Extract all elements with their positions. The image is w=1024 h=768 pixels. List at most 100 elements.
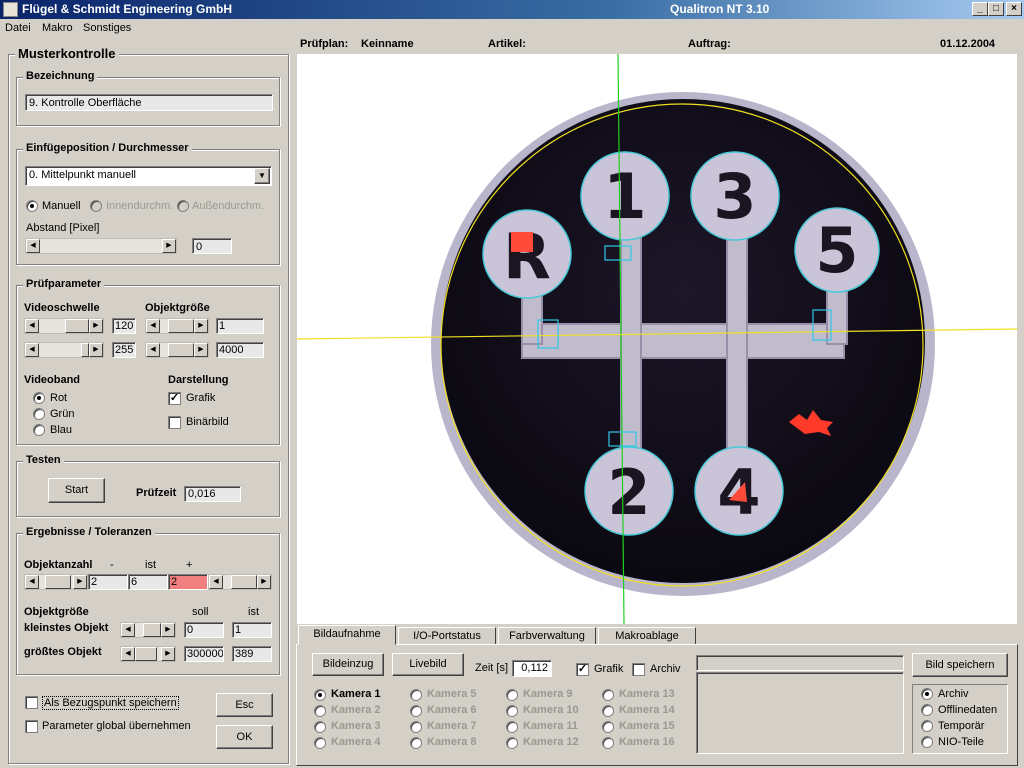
start-button[interactable]: Start — [48, 478, 105, 503]
objektgroesse-max-slider[interactable]: ◀ ▶ — [145, 342, 209, 358]
arrow-left-icon[interactable]: ◀ — [25, 575, 39, 589]
videoschwelle-max-value[interactable]: 255 — [112, 342, 136, 358]
radio-kamera-16[interactable] — [602, 737, 614, 749]
radio-innendurchm — [90, 200, 102, 212]
radio-kamera-8[interactable] — [410, 737, 422, 749]
anzahl-minus-slider[interactable]: ◀ ▶ — [24, 574, 88, 590]
arrow-left-icon[interactable]: ◀ — [146, 343, 160, 357]
app-icon — [3, 2, 18, 17]
kleinstes-soll[interactable]: 0 — [184, 622, 224, 638]
close-button[interactable]: × — [1006, 2, 1022, 16]
checkbox-grafik[interactable]: ✓ — [168, 392, 181, 405]
bildeinzug-button[interactable]: Bildeinzug — [312, 653, 384, 676]
tab-farbverwaltung[interactable]: Farbverwaltung — [498, 627, 596, 645]
arrow-left-icon[interactable]: ◀ — [25, 319, 39, 333]
radio-kamera-5[interactable] — [410, 689, 422, 701]
slider-thumb[interactable] — [45, 575, 71, 589]
radio-temporaer[interactable] — [921, 720, 933, 732]
ok-button[interactable]: OK — [216, 725, 273, 749]
slider-thumb[interactable] — [81, 343, 89, 357]
objektgroesse-min-slider[interactable]: ◀ ▶ — [145, 318, 209, 334]
radio-archiv[interactable] — [921, 688, 933, 700]
maximize-button[interactable]: □ — [988, 2, 1004, 16]
arrow-left-icon[interactable]: ◀ — [209, 575, 223, 589]
bezeichnung-field[interactable]: 9. Kontrolle Oberfläche — [25, 94, 273, 111]
checkbox-bottom-grafik[interactable]: ✓ — [576, 663, 589, 676]
minimize-button[interactable]: _ — [972, 2, 988, 16]
anzahl-plus-value[interactable]: 2 — [168, 574, 208, 590]
slider-thumb[interactable] — [231, 575, 257, 589]
radio-kamera-13[interactable] — [602, 689, 614, 701]
anzahl-minus-value[interactable]: 2 — [88, 574, 128, 590]
arrow-right-icon[interactable]: ▶ — [194, 343, 208, 357]
arrow-left-icon[interactable]: ◀ — [146, 319, 160, 333]
menu-sonstiges[interactable]: Sonstiges — [83, 22, 131, 34]
radio-kamera-11[interactable] — [506, 721, 518, 733]
radio-blau[interactable] — [33, 424, 45, 436]
videoschwelle-max-slider[interactable]: ◀ ▶ — [24, 342, 104, 358]
checkbox-bezugspunkt[interactable] — [25, 696, 38, 709]
radio-nio-teile[interactable] — [921, 736, 933, 748]
arrow-left-icon[interactable]: ◀ — [121, 647, 135, 661]
abstand-slider[interactable]: ◀ ▶ — [25, 238, 177, 254]
radio-kamera-12[interactable] — [506, 737, 518, 749]
objektgroesse-min-value[interactable]: 1 — [216, 318, 264, 334]
arrow-right-icon[interactable]: ▶ — [73, 575, 87, 589]
arrow-right-icon[interactable]: ▶ — [162, 239, 176, 253]
radio-manuell[interactable] — [26, 200, 38, 212]
checkbox-bottom-archiv[interactable] — [632, 663, 645, 676]
slider-thumb[interactable] — [168, 343, 194, 357]
radio-rot[interactable] — [33, 392, 45, 404]
radio-kamera-14[interactable] — [602, 705, 614, 717]
groesstes-slider[interactable]: ◀ ▶ — [120, 646, 176, 662]
videoschwelle-min-slider[interactable]: ◀ ▶ — [24, 318, 104, 334]
radio-kamera-3[interactable] — [314, 721, 326, 733]
objektgroesse-max-value[interactable]: 4000 — [216, 342, 264, 358]
menu-datei[interactable]: Datei — [5, 22, 31, 34]
abstand-value[interactable]: 0 — [192, 238, 232, 254]
date-label: 01.12.2004 — [940, 38, 996, 50]
esc-button[interactable]: Esc — [216, 693, 273, 717]
arrow-right-icon[interactable]: ▶ — [194, 319, 208, 333]
radio-kamera-10[interactable] — [506, 705, 518, 717]
tab-makroablage[interactable]: Makroablage — [598, 627, 696, 645]
camera-image[interactable]: 1 3 5 R 2 4 — [297, 54, 1017, 624]
radio-gruen[interactable] — [33, 408, 45, 420]
menu-makro[interactable]: Makro — [42, 22, 73, 34]
arrow-left-icon[interactable]: ◀ — [26, 239, 40, 253]
arrow-right-icon[interactable]: ▶ — [89, 343, 103, 357]
arrow-left-icon[interactable]: ◀ — [25, 343, 39, 357]
slider-thumb[interactable] — [65, 319, 89, 333]
pruefzeit-value[interactable]: 0,016 — [184, 486, 241, 502]
radio-offlinedaten[interactable] — [921, 704, 933, 716]
radio-kamera-7[interactable] — [410, 721, 422, 733]
radio-kamera-4[interactable] — [314, 737, 326, 749]
livebild-button[interactable]: Livebild — [392, 653, 464, 676]
radio-kamera-6[interactable] — [410, 705, 422, 717]
checkbox-binaerbild[interactable] — [168, 416, 181, 429]
slider-thumb[interactable] — [135, 647, 157, 661]
chevron-down-icon[interactable]: ▼ — [254, 168, 270, 184]
bezeichnung-title: Bezeichnung — [23, 70, 98, 82]
slider-thumb[interactable] — [168, 319, 194, 333]
kleinstes-slider[interactable]: ◀ ▶ — [120, 622, 176, 638]
arrow-right-icon[interactable]: ▶ — [161, 647, 175, 661]
tab-io-portstatus[interactable]: I/O-Portstatus — [398, 627, 496, 645]
slider-thumb[interactable] — [143, 623, 161, 637]
anzahl-plus-slider[interactable]: ◀ ▶ — [208, 574, 272, 590]
tab-bildaufnahme[interactable]: Bildaufnahme — [298, 625, 396, 645]
einfuegeposition-select[interactable]: 0. Mittelpunkt manuell — [25, 166, 272, 186]
bild-speichern-button[interactable]: Bild speichern — [912, 653, 1008, 677]
checkbox-parameter-global[interactable] — [25, 720, 38, 733]
arrow-left-icon[interactable]: ◀ — [121, 623, 135, 637]
videoschwelle-min-value[interactable]: 120 — [112, 318, 136, 334]
radio-kamera-15[interactable] — [602, 721, 614, 733]
arrow-right-icon[interactable]: ▶ — [89, 319, 103, 333]
radio-kamera-1[interactable] — [314, 689, 326, 701]
zeit-value[interactable]: 0,112 — [512, 660, 552, 677]
radio-kamera-9[interactable] — [506, 689, 518, 701]
arrow-right-icon[interactable]: ▶ — [161, 623, 175, 637]
arrow-right-icon[interactable]: ▶ — [257, 575, 271, 589]
groesstes-soll[interactable]: 300000 — [184, 646, 224, 662]
radio-kamera-2[interactable] — [314, 705, 326, 717]
